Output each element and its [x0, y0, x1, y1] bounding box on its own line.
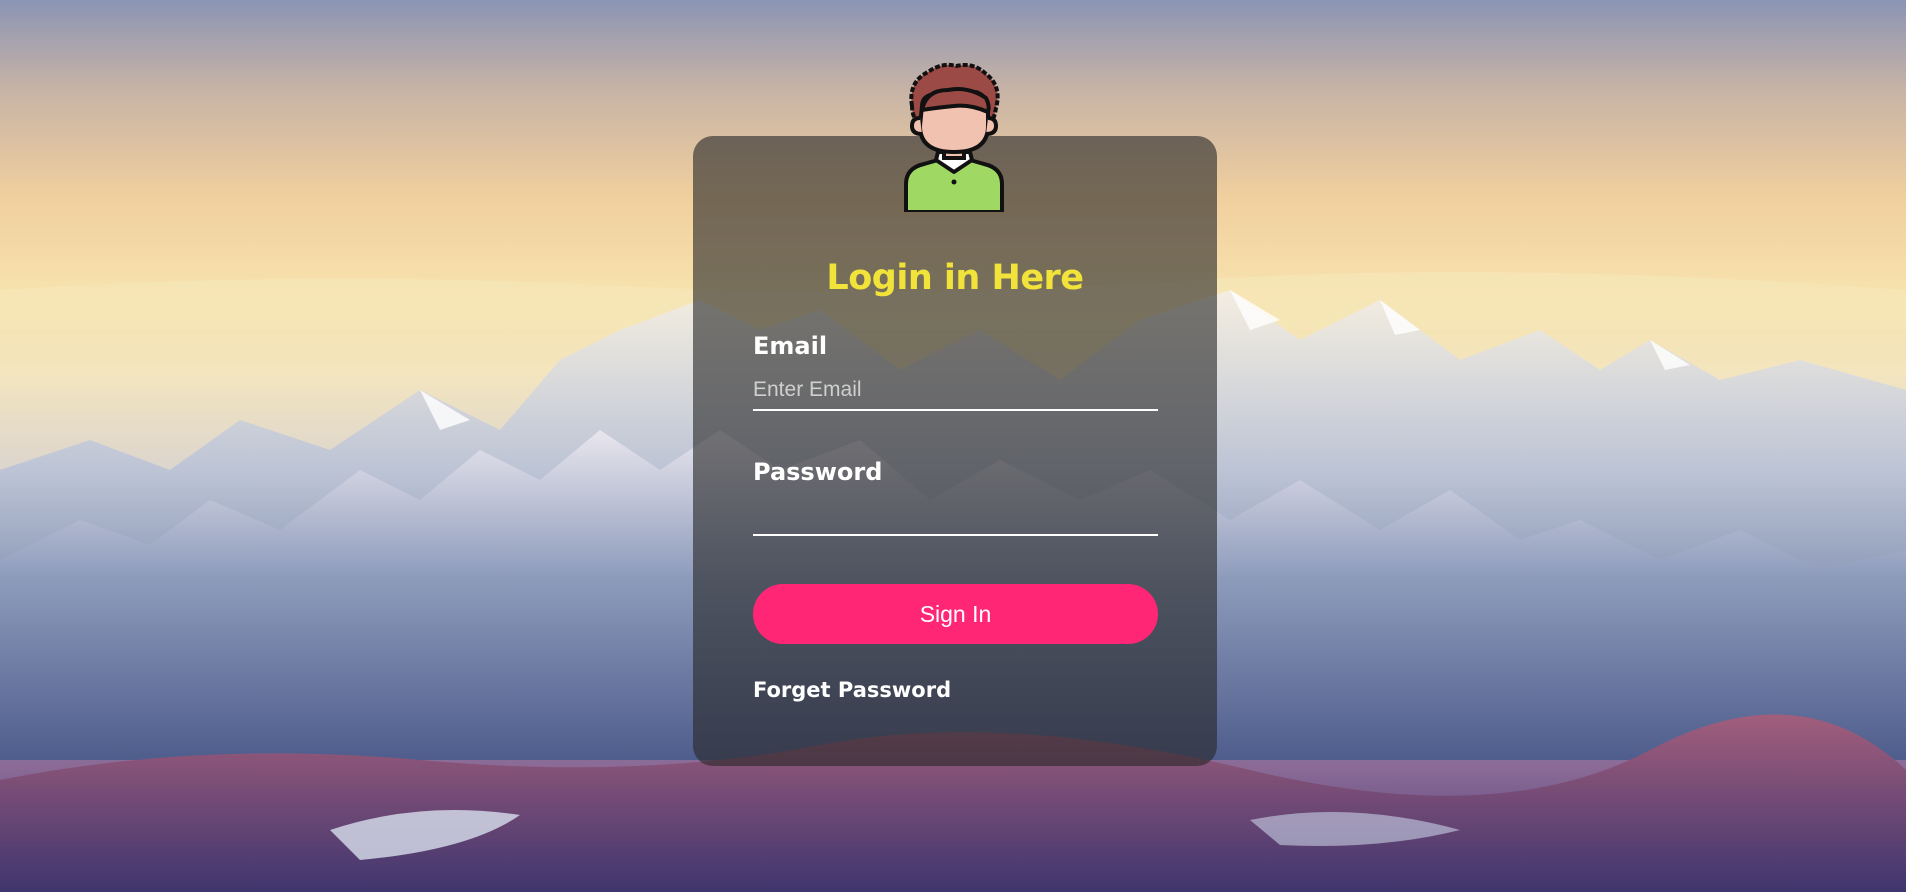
forget-password-link[interactable]: Forget Password [753, 678, 951, 702]
login-title: Login in Here [826, 258, 1084, 298]
login-card: Login in Here Email Password Sign In For… [693, 136, 1217, 766]
password-label: Password [753, 458, 883, 486]
password-input[interactable] [753, 496, 1158, 536]
email-label: Email [753, 332, 828, 360]
user-avatar-icon [898, 60, 1010, 214]
email-input[interactable] [753, 371, 1158, 411]
sign-in-button[interactable]: Sign In [753, 584, 1158, 644]
